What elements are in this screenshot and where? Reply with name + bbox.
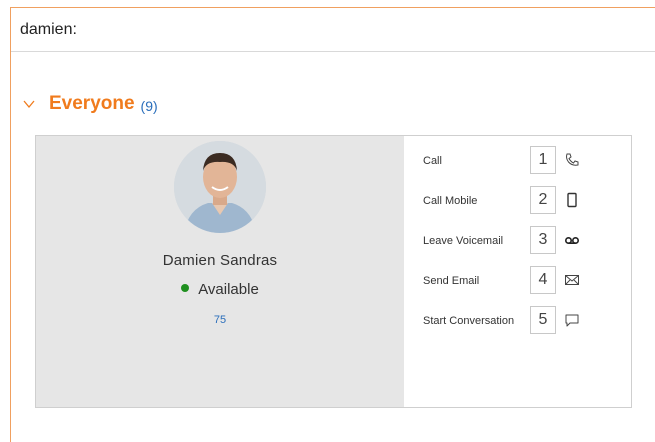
group-header-everyone[interactable]: Everyone (9) (22, 92, 158, 116)
action-call[interactable]: Call 1 (404, 146, 631, 176)
avatar (174, 141, 266, 233)
action-send-email[interactable]: Send Email 4 (404, 266, 631, 296)
chevron-down-icon[interactable] (22, 97, 36, 111)
action-key[interactable]: 3 (530, 226, 556, 254)
contact-extension[interactable]: 75 (36, 314, 404, 326)
action-key[interactable]: 4 (530, 266, 556, 294)
action-leave-voicemail[interactable]: Leave Voicemail 3 (404, 226, 631, 256)
search-input[interactable]: damien: (11, 8, 655, 52)
action-start-conversation[interactable]: Start Conversation 5 (404, 306, 631, 336)
presence-label: Available (198, 281, 259, 298)
group-name: Everyone (49, 93, 135, 114)
email-icon[interactable] (564, 272, 580, 288)
contact-card: Damien Sandras Available 75 Call 1 Call … (35, 135, 632, 408)
action-label: Start Conversation (423, 315, 515, 327)
chat-icon[interactable] (564, 312, 580, 328)
voicemail-icon[interactable] (564, 232, 580, 248)
mobile-icon[interactable] (564, 192, 580, 208)
action-label: Send Email (423, 275, 480, 287)
presence-status: Available (36, 281, 404, 298)
actions-pane: Call 1 Call Mobile 2 Leave Voicemail 3 S… (404, 136, 631, 407)
group-count: (9) (140, 97, 158, 114)
action-key[interactable]: 1 (530, 146, 556, 174)
presence-dot-icon (181, 284, 190, 293)
action-label: Leave Voicemail (423, 235, 504, 247)
action-call-mobile[interactable]: Call Mobile 2 (404, 186, 631, 216)
phone-icon[interactable] (564, 152, 580, 168)
action-label: Call (423, 155, 442, 167)
contact-name: Damien Sandras (162, 252, 278, 269)
action-key[interactable]: 2 (530, 186, 556, 214)
action-label: Call Mobile (423, 195, 478, 207)
action-key[interactable]: 5 (530, 306, 556, 334)
contact-info-pane: Damien Sandras Available 75 (36, 136, 404, 407)
